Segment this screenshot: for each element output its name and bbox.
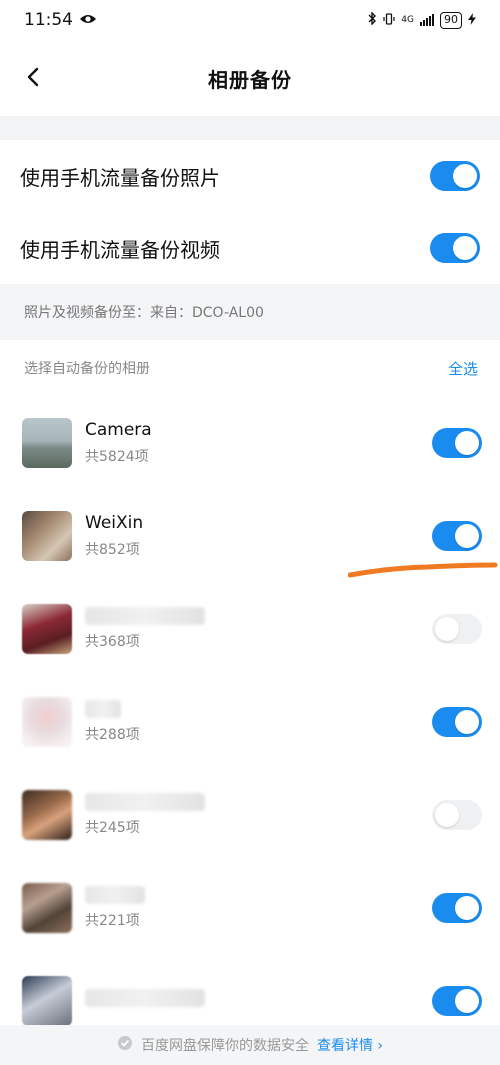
page-title: 相册备份: [208, 67, 292, 92]
page-header: 相册备份: [0, 40, 500, 116]
album-name-redacted: [85, 792, 205, 811]
album-row: Camera 共5824项: [0, 396, 500, 489]
album-row: WeiXin 共852项: [0, 489, 500, 582]
album-thumbnail: [22, 510, 72, 561]
network-type: 4G: [401, 15, 414, 25]
status-bar: 11:54 4G 90: [0, 0, 500, 40]
charging-icon: [468, 12, 476, 28]
album-thumbnail: [22, 696, 72, 747]
album-toggle[interactable]: [432, 799, 482, 830]
album-count: 共288项: [85, 726, 140, 743]
album-row: 共221项: [0, 861, 500, 954]
album-name: Camera: [85, 419, 152, 440]
album-thumbnail: [22, 882, 72, 933]
album-toggle[interactable]: [432, 985, 482, 1016]
vibrate-icon: [383, 12, 395, 28]
chevron-left-icon: [27, 67, 39, 87]
album-name: WeiXin: [85, 512, 144, 533]
album-toggle[interactable]: [432, 613, 482, 644]
setting-row-videos: 使用手机流量备份视频: [0, 212, 500, 284]
album-toggle[interactable]: [432, 520, 482, 551]
bluetooth-icon: [368, 11, 377, 28]
album-name-redacted: [85, 988, 205, 1007]
setting-label: 使用手机流量备份照片: [20, 165, 220, 190]
eye-icon: [79, 10, 97, 30]
album-toggle[interactable]: [432, 427, 482, 458]
section-divider: [0, 116, 500, 140]
album-name-redacted: [85, 885, 145, 904]
album-name-redacted: [85, 606, 205, 625]
toggle-mobile-photos[interactable]: [430, 161, 480, 191]
setting-label: 使用手机流量备份视频: [20, 237, 220, 262]
album-toggle[interactable]: [432, 892, 482, 923]
album-name-redacted: [85, 699, 121, 718]
album-thumbnail: [22, 417, 72, 468]
footer-bar: 百度网盘保障你的数据安全 查看详情 ›: [0, 1025, 500, 1065]
details-link[interactable]: 查看详情 ›: [317, 1035, 383, 1055]
album-section-header: 选择自动备份的相册 全选: [0, 340, 500, 396]
album-toggle[interactable]: [432, 706, 482, 737]
album-thumbnail: [22, 603, 72, 654]
select-all-button[interactable]: 全选: [448, 358, 478, 379]
album-thumbnail: [22, 975, 72, 1026]
chevron-right-icon: ›: [377, 1038, 384, 1054]
album-thumbnail: [22, 789, 72, 840]
footer-text: 百度网盘保障你的数据安全: [140, 1038, 309, 1054]
toggle-mobile-videos[interactable]: [430, 233, 480, 263]
shield-icon: [117, 1035, 133, 1055]
setting-row-photos: 使用手机流量备份照片: [0, 140, 500, 212]
album-row: 共368项: [0, 582, 500, 675]
signal-icon: [420, 14, 434, 26]
album-count: 共5824项: [85, 448, 149, 465]
backup-destination: 照片及视频备份至：来自：DCO-AL00: [0, 284, 500, 340]
album-count: 共245项: [85, 819, 140, 836]
status-time: 11:54: [24, 10, 73, 30]
album-row: 共245项: [0, 768, 500, 861]
album-section-label: 选择自动备份的相册: [24, 361, 150, 377]
album-row: 共288项: [0, 675, 500, 768]
back-button[interactable]: [18, 62, 48, 92]
album-count: 共368项: [85, 633, 140, 650]
details-link-label: 查看详情: [316, 1038, 373, 1054]
battery-indicator: 90: [440, 11, 462, 29]
album-count: 共221项: [85, 912, 140, 929]
album-count: 共852项: [85, 541, 140, 558]
